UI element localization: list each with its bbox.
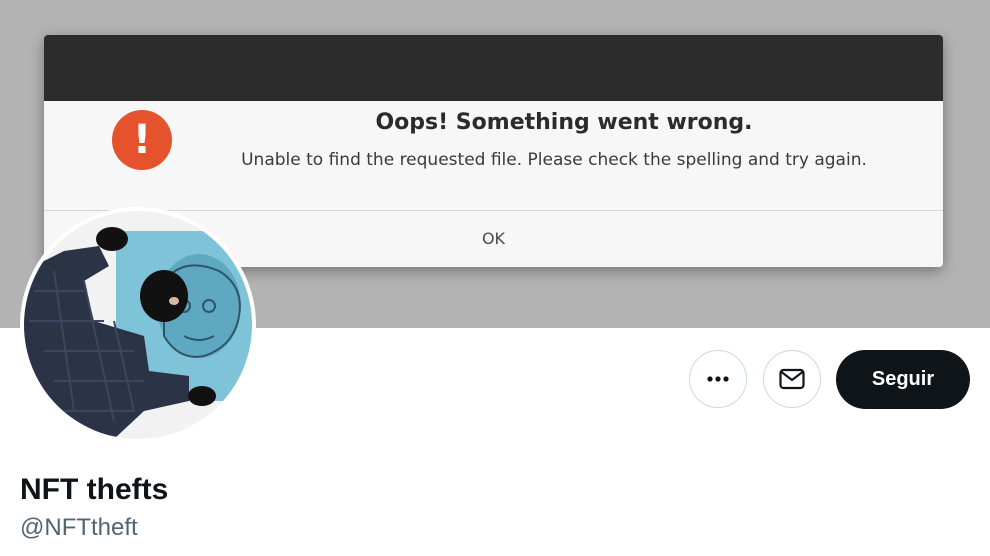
- more-options-icon: [707, 376, 729, 382]
- avatar-image: [24, 211, 252, 439]
- dialog-title: Oops! Something went wrong.: [375, 110, 753, 135]
- avatar[interactable]: [20, 207, 256, 443]
- more-options-button[interactable]: [689, 350, 747, 408]
- follow-button[interactable]: Seguir: [836, 350, 970, 409]
- message-button[interactable]: [763, 350, 821, 408]
- profile-handle: @NFTtheft: [20, 514, 138, 541]
- profile-name: NFT thefts: [20, 473, 169, 506]
- envelope-icon: [779, 368, 805, 390]
- error-exclamation-icon: !: [112, 110, 172, 170]
- dialog-message: Unable to find the requested file. Pleas…: [241, 150, 867, 170]
- dialog-titlebar: [44, 35, 943, 101]
